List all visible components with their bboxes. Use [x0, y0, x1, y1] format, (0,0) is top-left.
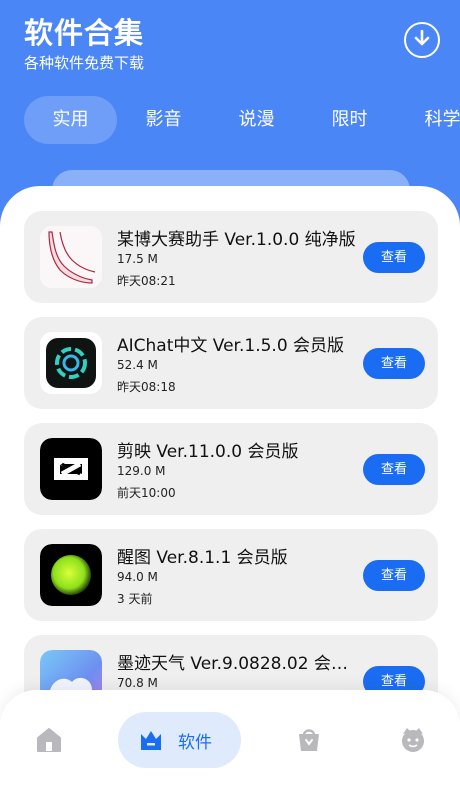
app-title: 软件合集 — [24, 16, 145, 50]
tab-limited[interactable]: 限时 — [303, 96, 396, 144]
app-card[interactable]: 某博大赛助手 Ver.1.0.0 纯净版 17.5 M 昨天08:21 查看 — [24, 211, 438, 303]
app-title: 剪映 Ver.11.0.0 会员版 — [117, 442, 299, 462]
view-button[interactable]: 查看 — [363, 454, 425, 485]
crown-icon — [141, 731, 161, 750]
profile-icon — [402, 728, 424, 752]
app-subtitle: 各种软件免费下载 — [24, 54, 145, 72]
app-time: 3 天前 — [117, 592, 153, 606]
nav-software[interactable]: 软件 — [118, 712, 241, 768]
app-time: 昨天08:21 — [117, 274, 176, 288]
app-time: 昨天08:18 — [117, 380, 176, 394]
app-size: 129.0 M — [117, 464, 166, 478]
category-tabs: 实用 影音 说漫 限时 科学 — [0, 96, 460, 144]
app-size: 94.0 M — [117, 570, 158, 584]
view-button[interactable]: 查看 — [363, 242, 425, 273]
ai-swirl-icon — [40, 332, 102, 394]
app-card[interactable]: 剪映 Ver.11.0.0 会员版 129.0 M 前天10:00 查看 — [24, 423, 438, 515]
tab-media[interactable]: 影音 — [117, 96, 210, 144]
capcut-icon — [40, 438, 102, 500]
view-button[interactable]: 查看 — [363, 560, 425, 591]
app-title: 墨迹天气 Ver.9.0828.02 会员版 — [117, 654, 357, 674]
app-card[interactable]: 醒图 Ver.8.1.1 会员版 94.0 M 3 天前 查看 — [24, 529, 438, 621]
green-orb-icon — [40, 544, 102, 606]
bottom-nav: 软件 — [0, 690, 460, 790]
app-time: 前天10:00 — [117, 486, 176, 500]
nav-profile[interactable] — [396, 712, 430, 768]
download-icon — [414, 30, 430, 46]
download-button[interactable] — [404, 22, 440, 58]
tab-science[interactable]: 科学 — [396, 96, 460, 144]
app-card[interactable]: AIChat中文 Ver.1.5.0 会员版 52.4 M 昨天08:18 查看 — [24, 317, 438, 409]
bag-icon — [299, 729, 319, 751]
tab-comics[interactable]: 说漫 — [210, 96, 303, 144]
nav-home[interactable] — [32, 712, 66, 768]
tab-practical[interactable]: 实用 — [24, 96, 117, 144]
nav-shop[interactable] — [292, 712, 326, 768]
app-size: 70.8 M — [117, 676, 158, 690]
nav-software-label: 软件 — [178, 733, 212, 753]
app-size: 17.5 M — [117, 252, 158, 266]
app-title: 某博大赛助手 Ver.1.0.0 纯净版 — [117, 230, 356, 250]
app-size: 52.4 M — [117, 358, 158, 372]
app-title: AIChat中文 Ver.1.5.0 会员版 — [117, 336, 345, 356]
app-title: 醒图 Ver.8.1.1 会员版 — [117, 548, 288, 568]
legs-sketch-icon — [40, 226, 102, 288]
home-icon — [37, 728, 61, 752]
view-button[interactable]: 查看 — [363, 348, 425, 379]
